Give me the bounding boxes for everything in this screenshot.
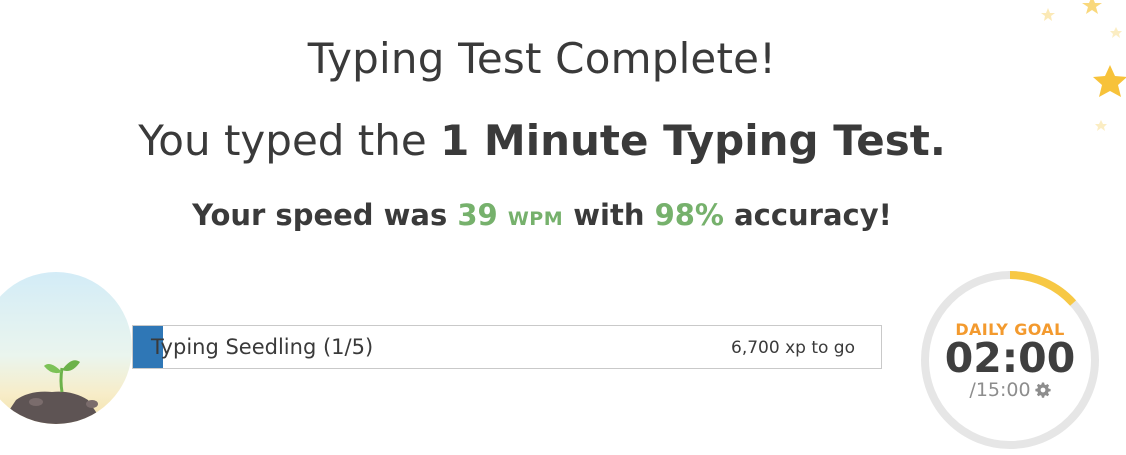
result-prefix: Your speed was bbox=[192, 198, 458, 232]
test-type-message: You typed the 1 Minute Typing Test. bbox=[0, 116, 1084, 165]
daily-goal-time: 02:00 bbox=[944, 334, 1076, 382]
xp-to-go: 6,700 xp to go bbox=[731, 338, 855, 358]
page-title: Typing Test Complete! bbox=[307, 34, 777, 83]
wpm-unit: WPM bbox=[507, 208, 564, 230]
level-progress-bar: Typing Seedling (1/5) 6,700 xp to go bbox=[132, 325, 882, 369]
accuracy-value: 98% bbox=[654, 198, 724, 232]
result-summary: Your speed was 39 WPM with 98% accuracy! bbox=[0, 198, 1084, 232]
level-name: Typing Seedling (1/5) bbox=[151, 335, 374, 359]
wpm-value: 39 bbox=[457, 198, 498, 232]
result-middle: with bbox=[563, 198, 655, 232]
star-icon bbox=[1041, 8, 1055, 21]
star-icon bbox=[1095, 120, 1107, 131]
star-icon bbox=[1093, 65, 1126, 97]
star-icon bbox=[1110, 27, 1122, 38]
seedling-icon bbox=[0, 272, 132, 424]
gear-icon[interactable] bbox=[1034, 382, 1051, 398]
typing-test-results: Typing Test Complete! You typed the 1 Mi… bbox=[0, 0, 1126, 455]
daily-goal-total-row: /15:00 bbox=[920, 379, 1100, 401]
star-icon bbox=[1082, 0, 1102, 14]
test-name: 1 Minute Typing Test. bbox=[440, 116, 946, 165]
result-suffix: accuracy! bbox=[723, 198, 892, 232]
test-type-prefix: You typed the bbox=[138, 116, 441, 165]
daily-goal-total: /15:00 bbox=[969, 379, 1031, 401]
